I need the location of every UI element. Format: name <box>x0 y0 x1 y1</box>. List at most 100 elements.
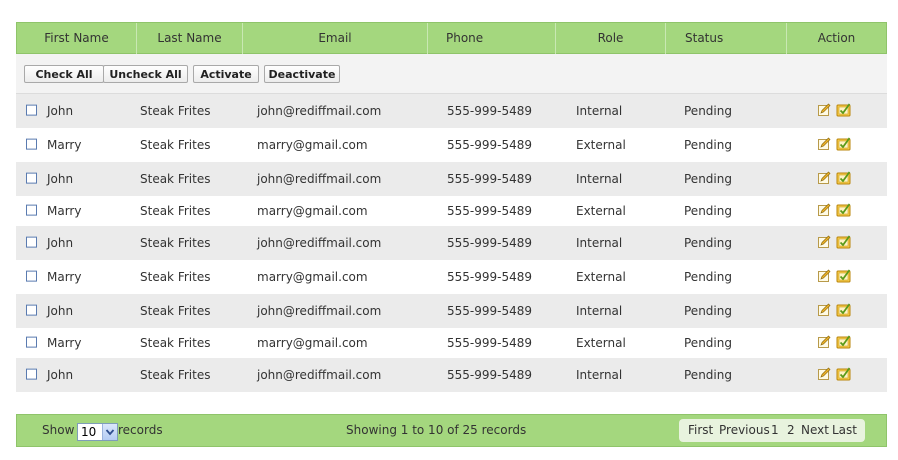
column-header-last-name[interactable]: Last Name <box>137 23 243 54</box>
row-checkbox[interactable] <box>26 236 37 248</box>
role-cell: Internal <box>576 172 623 186</box>
column-header-action: Action <box>817 31 856 45</box>
email-cell: john@rediffmail.com <box>257 304 382 318</box>
last-name-cell: Steak Frites <box>140 104 211 118</box>
email-cell: john@rediffmail.com <box>257 104 382 118</box>
row-checkbox[interactable] <box>26 172 37 184</box>
table-row[interactable]: John Steak Frites john@rediffmail.com 555-9… <box>16 226 887 260</box>
approve-icon[interactable] <box>836 334 852 352</box>
email-cell: john@rediffmail.com <box>257 172 382 186</box>
table-row[interactable]: Marry Steak Frites marry@gmail.com 555-999-… <box>16 128 887 162</box>
table-row[interactable]: John Steak Frites john@rediffmail.com 555-9… <box>16 294 887 328</box>
last-name-cell: Steak Frites <box>140 368 211 382</box>
table-row[interactable]: Marry Steak Frites marry@gmail.com 555-999-… <box>16 260 887 294</box>
table-row[interactable]: John Steak Frites john@rediffmail.com 555-9… <box>16 94 887 128</box>
approve-icon[interactable] <box>836 202 852 220</box>
phone-cell: 555-999-5489 <box>447 138 533 152</box>
role-cell: External <box>576 204 626 218</box>
edit-icon[interactable] <box>818 103 831 119</box>
first-name-cell: John <box>47 236 74 250</box>
table-row[interactable]: Marry Steak Frites marry@gmail.com 555-999-… <box>16 196 887 226</box>
status-cell: Pending <box>684 304 732 318</box>
edit-icon[interactable] <box>818 235 831 251</box>
grid-header: First Name Last Name Email Phone Role St… <box>16 22 887 54</box>
last-name-cell: Steak Frites <box>140 304 211 318</box>
first-name-cell: John <box>47 104 74 118</box>
row-checkbox[interactable] <box>26 304 37 316</box>
edit-icon[interactable] <box>818 171 831 187</box>
page-1-link[interactable]: 1 <box>771 419 779 442</box>
check-all-button[interactable]: Check All <box>24 65 104 83</box>
approve-icon[interactable] <box>836 302 852 320</box>
last-page-link[interactable]: Last <box>832 419 857 442</box>
row-checkbox[interactable] <box>26 368 37 380</box>
table-row[interactable]: John Steak Frites john@rediffmail.com 555-9… <box>16 162 887 196</box>
approve-icon[interactable] <box>836 102 852 120</box>
email-cell: marry@gmail.com <box>257 204 368 218</box>
column-header-email[interactable]: Email <box>243 23 428 54</box>
deactivate-button[interactable]: Deactivate <box>264 65 340 83</box>
column-header-phone[interactable]: Phone <box>428 23 556 54</box>
last-name-cell: Steak Frites <box>140 236 211 250</box>
row-checkbox[interactable] <box>26 138 37 150</box>
next-page-link[interactable]: Next <box>801 419 829 442</box>
first-name-cell: John <box>47 172 74 186</box>
status-cell: Pending <box>684 204 732 218</box>
bulk-action-toolbar: Check All Uncheck All Activate Deactivat… <box>16 54 887 94</box>
edit-icon[interactable] <box>818 335 831 351</box>
row-checkbox[interactable] <box>26 204 37 216</box>
column-header-status[interactable]: Status <box>666 23 787 54</box>
row-checkbox[interactable] <box>26 104 37 116</box>
first-name-cell: Marry <box>47 270 82 284</box>
phone-cell: 555-999-5489 <box>447 304 533 318</box>
edit-icon[interactable] <box>818 303 831 319</box>
status-cell: Pending <box>684 270 732 284</box>
column-header-first-name[interactable]: First Name <box>17 23 137 54</box>
edit-icon[interactable] <box>818 137 831 153</box>
role-cell: External <box>576 138 626 152</box>
status-cell: Pending <box>684 236 732 250</box>
email-cell: john@rediffmail.com <box>257 236 382 250</box>
status-cell: Pending <box>684 172 732 186</box>
table-row[interactable]: Marry Steak Frites marry@gmail.com 555-999-… <box>16 328 887 358</box>
row-checkbox[interactable] <box>26 270 37 282</box>
table-row[interactable]: John Steak Frites john@rediffmail.com 555-9… <box>16 358 887 392</box>
email-cell: marry@gmail.com <box>257 138 368 152</box>
first-name-cell: Marry <box>47 138 82 152</box>
approve-icon[interactable] <box>836 268 852 286</box>
email-cell: john@rediffmail.com <box>257 368 382 382</box>
activate-button[interactable]: Activate <box>193 65 259 83</box>
last-name-cell: Steak Frites <box>140 204 211 218</box>
approve-icon[interactable] <box>836 234 852 252</box>
last-name-cell: Steak Frites <box>140 172 211 186</box>
phone-cell: 555-999-5489 <box>447 172 533 186</box>
page-size-select[interactable]: 10 <box>77 423 118 441</box>
page-size-value: 10 <box>81 425 97 439</box>
previous-page-link[interactable]: Previous <box>719 419 770 442</box>
role-cell: External <box>576 270 626 284</box>
edit-icon[interactable] <box>818 269 831 285</box>
users-grid: First Name Last Name Email Phone Role St… <box>16 22 887 392</box>
approve-icon[interactable] <box>836 136 852 154</box>
chevron-down-icon[interactable] <box>102 424 117 440</box>
last-name-cell: Steak Frites <box>140 336 211 350</box>
status-cell: Pending <box>684 138 732 152</box>
uncheck-all-button[interactable]: Uncheck All <box>103 65 188 83</box>
email-cell: marry@gmail.com <box>257 336 368 350</box>
approve-icon[interactable] <box>836 170 852 188</box>
first-page-link[interactable]: First <box>688 419 713 442</box>
phone-cell: 555-999-5489 <box>447 236 533 250</box>
grid-footer: Show 10 records Showing 1 to 10 of 25 re… <box>16 414 887 447</box>
role-cell: Internal <box>576 104 623 118</box>
edit-icon[interactable] <box>818 367 831 383</box>
edit-icon[interactable] <box>818 203 831 219</box>
row-checkbox[interactable] <box>26 336 37 348</box>
first-name-cell: John <box>47 304 74 318</box>
phone-cell: 555-999-5489 <box>447 270 533 284</box>
last-name-cell: Steak Frites <box>140 270 211 284</box>
approve-icon[interactable] <box>836 366 852 384</box>
pagination: First Previous 1 2 Next Last <box>679 419 865 442</box>
grid-body: John Steak Frites john@rediffmail.com 555-9… <box>16 94 887 392</box>
page-2-link[interactable]: 2 <box>787 419 795 442</box>
column-header-role[interactable]: Role <box>556 23 666 54</box>
